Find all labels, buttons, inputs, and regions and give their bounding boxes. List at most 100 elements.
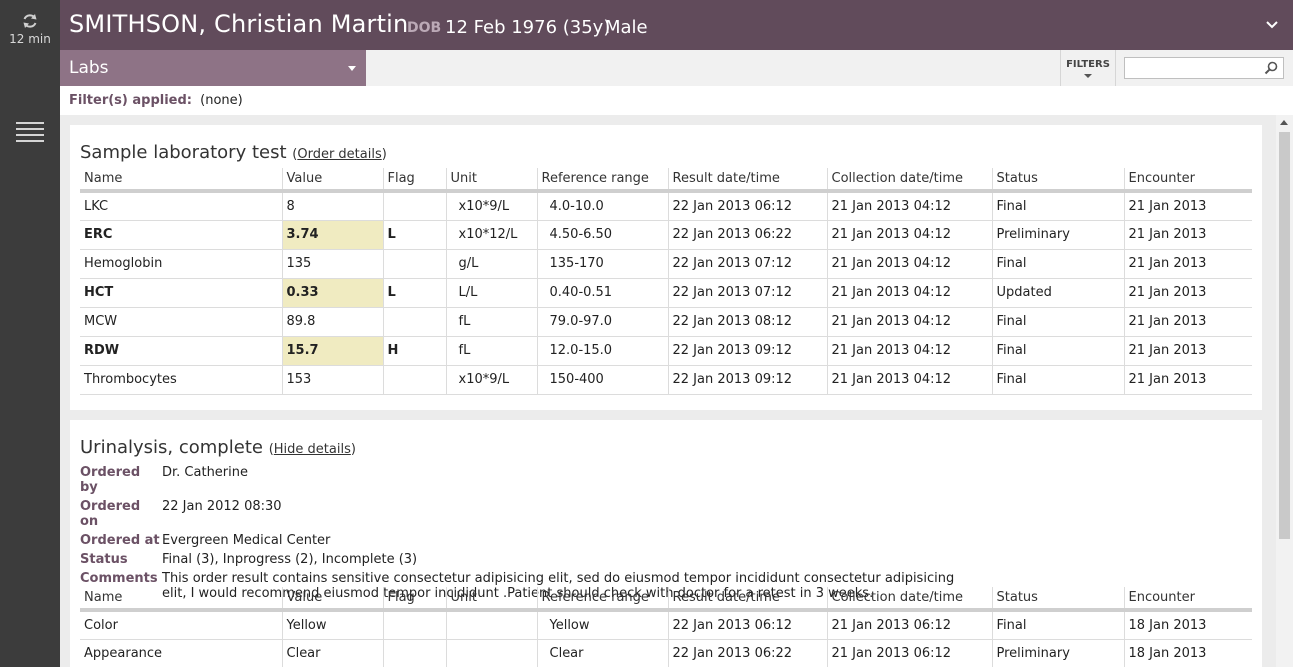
cell-encounter: 21 Jan 2013 [1123, 249, 1252, 279]
table-row[interactable]: ERC 3.74 Lx10*12/L 4.50-6.50 22 Jan 2013 06:… [80, 220, 1252, 250]
section-dropdown-label: Labs [69, 58, 109, 78]
filters-label: FILTERS [1066, 59, 1110, 70]
cell-encounter: 18 Jan 2013 [1123, 610, 1252, 640]
cell-range: 79.0-97.0 [536, 307, 668, 337]
column-header[interactable]: Collection date/time [826, 587, 992, 612]
cell-collection-date: 21 Jan 2013 04:12 [826, 336, 992, 366]
cell-status: Final [991, 249, 1124, 279]
table-header-row: Name Value Flag Unit Reference range Result d… [80, 587, 1252, 612]
column-header[interactable]: Status [991, 587, 1124, 612]
filters-applied: Filter(s) applied: (none) [69, 93, 243, 108]
search-icon[interactable] [1264, 61, 1278, 75]
table-row[interactable]: LKC 8 x10*9/L 4.0-10.0 22 Jan 2013 06:12 21 J… [80, 191, 1252, 221]
cell-flag: L [382, 220, 446, 250]
cell-unit: fL [445, 336, 537, 366]
cell-range: 135-170 [536, 249, 668, 279]
column-header[interactable]: Result date/time [667, 587, 827, 612]
section-dropdown[interactable]: Labs [60, 50, 366, 86]
cell-range: 150-400 [536, 365, 668, 395]
order-detail-row: Ordered by Dr. Catherine [80, 465, 972, 495]
column-header[interactable]: Encounter [1123, 587, 1252, 612]
cell-result-date: 22 Jan 2013 08:12 [667, 307, 827, 337]
hide-details-link[interactable]: Hide details [274, 442, 351, 457]
cell-result-date: 22 Jan 2013 06:22 [667, 220, 827, 250]
column-header[interactable]: Flag [382, 168, 446, 193]
cell-unit: x10*12/L [445, 220, 537, 250]
refresh-button[interactable]: 12 min [0, 12, 60, 46]
column-header[interactable]: Reference range [536, 168, 668, 193]
filters-applied-value: (none) [200, 93, 243, 108]
cell-value: 153 [281, 365, 383, 395]
cell-flag: L [382, 278, 446, 308]
table-row[interactable]: Appearance Clear Clear 22 Jan 2013 06:22 21 … [80, 639, 1252, 667]
column-header[interactable]: Unit [445, 587, 537, 612]
cell-status: Preliminary [991, 220, 1124, 250]
cell-encounter: 18 Jan 2013 [1123, 639, 1252, 667]
column-header[interactable]: Collection date/time [826, 168, 992, 193]
cell-name: ERC [80, 220, 282, 250]
cell-flag [382, 191, 446, 221]
cell-flag [382, 307, 446, 337]
cell-status: Final [991, 365, 1124, 395]
column-header[interactable]: Encounter [1123, 168, 1252, 193]
table-row[interactable]: MCW 89.8 fL 79.0-97.0 22 Jan 2013 08:12 21 Ja… [80, 307, 1252, 337]
cell-collection-date: 21 Jan 2013 04:12 [826, 307, 992, 337]
table-row[interactable]: Hemoglobin 135 g/L 135-170 22 Jan 2013 07:12… [80, 249, 1252, 279]
lab-order-card: Urinalysis, complete (Hide details) Orde… [70, 420, 1262, 667]
table-row[interactable]: Color Yellow Yellow 22 Jan 2013 06:12 21 Jan… [80, 610, 1252, 640]
scroll-thumb[interactable] [1279, 132, 1290, 539]
column-header[interactable]: Value [281, 168, 383, 193]
cell-unit: x10*9/L [445, 191, 537, 221]
table-row[interactable]: Thrombocytes 153 x10*9/L 150-400 22 Jan 2013… [80, 365, 1252, 395]
scroll-up-icon[interactable] [1280, 120, 1288, 125]
column-header[interactable]: Result date/time [667, 168, 827, 193]
order-detail-label: Status [80, 552, 128, 567]
cell-value: Yellow [281, 610, 383, 640]
column-header[interactable]: Unit [445, 168, 537, 193]
column-header[interactable]: Name [80, 168, 282, 193]
cell-value: 0.33 [281, 278, 383, 308]
cell-status: Updated [991, 278, 1124, 308]
column-header[interactable]: Flag [382, 587, 446, 612]
chevron-down-icon[interactable] [1265, 18, 1279, 32]
cell-encounter: 21 Jan 2013 [1123, 336, 1252, 366]
cell-value: 89.8 [281, 307, 383, 337]
dob-value: 12 Feb 1976 (35y) [445, 17, 611, 38]
cell-encounter: 21 Jan 2013 [1123, 365, 1252, 395]
order-details-link[interactable]: Order details [297, 147, 381, 162]
menu-icon[interactable] [16, 122, 44, 146]
cell-unit: x10*9/L [445, 365, 537, 395]
results-panel: Sample laboratory test (Order details) N… [60, 115, 1276, 667]
cell-encounter: 21 Jan 2013 [1123, 307, 1252, 337]
order-detail-row: Status Final (3), Inprogress (2), Incompl… [80, 552, 972, 567]
dob-label: DOB [407, 20, 442, 36]
order-title-text: Sample laboratory test [80, 142, 287, 163]
cell-range: 0.40-0.51 [536, 278, 668, 308]
refresh-icon [23, 14, 37, 28]
column-header[interactable]: Name [80, 587, 282, 612]
column-header[interactable]: Status [991, 168, 1124, 193]
cell-collection-date: 21 Jan 2013 06:12 [826, 610, 992, 640]
cell-unit: g/L [445, 249, 537, 279]
cell-collection-date: 21 Jan 2013 06:12 [826, 639, 992, 667]
filters-button[interactable]: FILTERS [1060, 50, 1116, 86]
cell-encounter: 21 Jan 2013 [1123, 191, 1252, 221]
cell-flag: H [382, 336, 446, 366]
cell-value: 3.74 [281, 220, 383, 250]
order-detail-row: Ordered on 22 Jan 2012 08:30 [80, 499, 972, 529]
lab-order-card: Sample laboratory test (Order details) N… [70, 125, 1262, 410]
scrollbar[interactable] [1276, 115, 1293, 667]
cell-status: Final [991, 191, 1124, 221]
column-header[interactable]: Reference range [536, 587, 668, 612]
search-input[interactable] [1125, 58, 1255, 78]
cell-result-date: 22 Jan 2013 06:12 [667, 191, 827, 221]
table-row[interactable]: RDW 15.7 HfL 12.0-15.0 22 Jan 2013 09:12 21 J… [80, 336, 1252, 366]
cell-name: Hemoglobin [80, 249, 282, 279]
filters-applied-label: Filter(s) applied: [69, 93, 192, 108]
column-header[interactable]: Value [281, 587, 383, 612]
order-detail-value: Evergreen Medical Center [162, 533, 331, 548]
table-row[interactable]: HCT 0.33 L L/L 0.40-0.51 22 Jan 2013 07:12 21 … [80, 278, 1252, 308]
cell-unit [445, 610, 537, 640]
cell-range: 4.0-10.0 [536, 191, 668, 221]
cell-result-date: 22 Jan 2013 06:12 [667, 610, 827, 640]
